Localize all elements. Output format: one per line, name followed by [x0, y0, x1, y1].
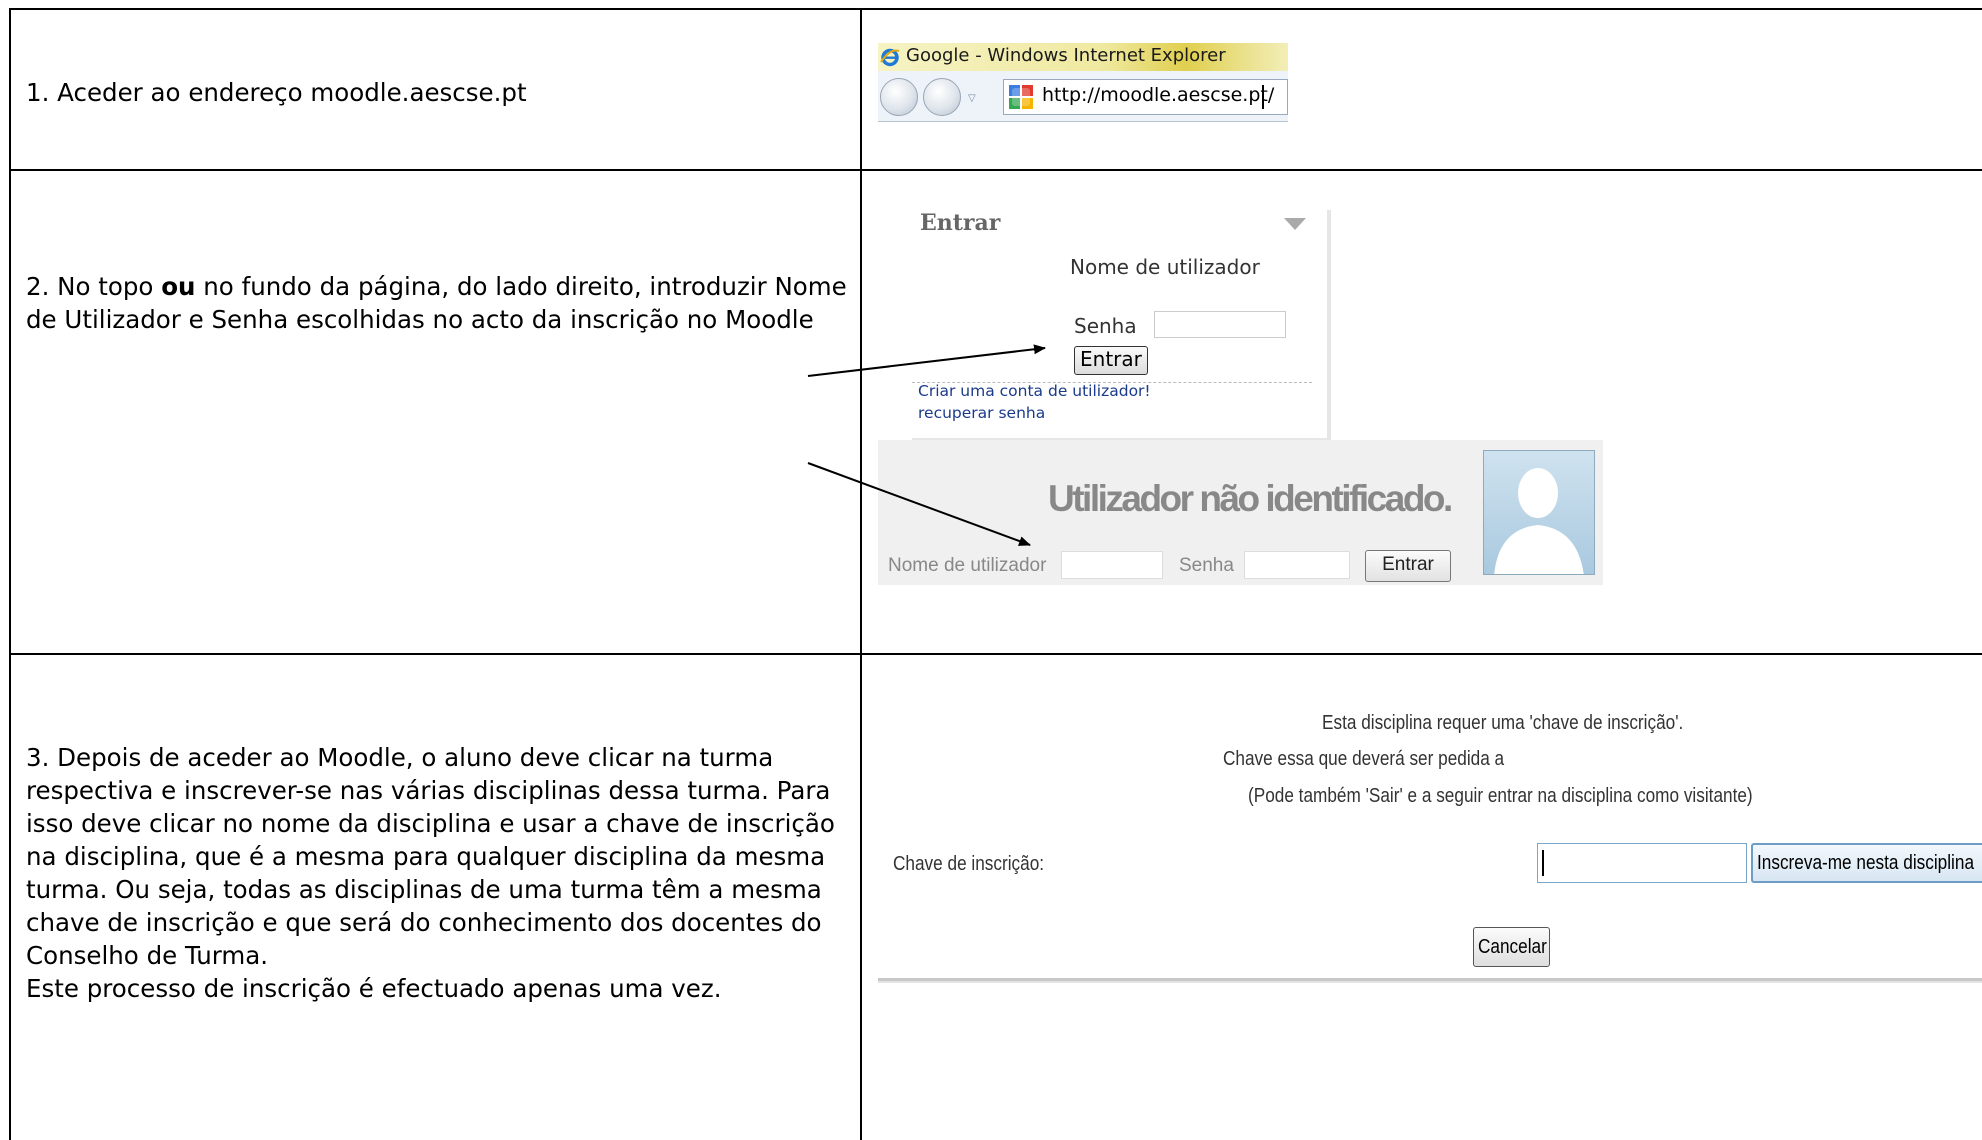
- enrol-message-line-1: Esta disciplina requer uma 'chave de ins…: [1322, 712, 1684, 734]
- enrol-key-input[interactable]: [1537, 843, 1747, 883]
- enrol-submit-label: Inscreva-me nesta disciplina: [1757, 852, 1975, 874]
- enrol-key-label: Chave de inscrição:: [893, 853, 1045, 875]
- pointer-arrow-icon: [807, 462, 1031, 546]
- pointer-arrows: [807, 344, 1046, 546]
- enrol-divider: [878, 978, 1982, 983]
- enrol-submit-button[interactable]: Inscreva-me nesta disciplina: [1751, 843, 1982, 883]
- enrol-cancel-button[interactable]: Cancelar: [1473, 927, 1550, 967]
- enrol-cancel-label: Cancelar: [1478, 936, 1547, 958]
- enrol-message-line-3: (Pode também 'Sair' e a seguir entrar na…: [1248, 785, 1753, 807]
- enrol-message-line-2: Chave essa que deverá ser pedida a: [1223, 748, 1505, 770]
- pointer-arrow-icon: [807, 344, 1046, 377]
- text-cursor: [1542, 850, 1544, 876]
